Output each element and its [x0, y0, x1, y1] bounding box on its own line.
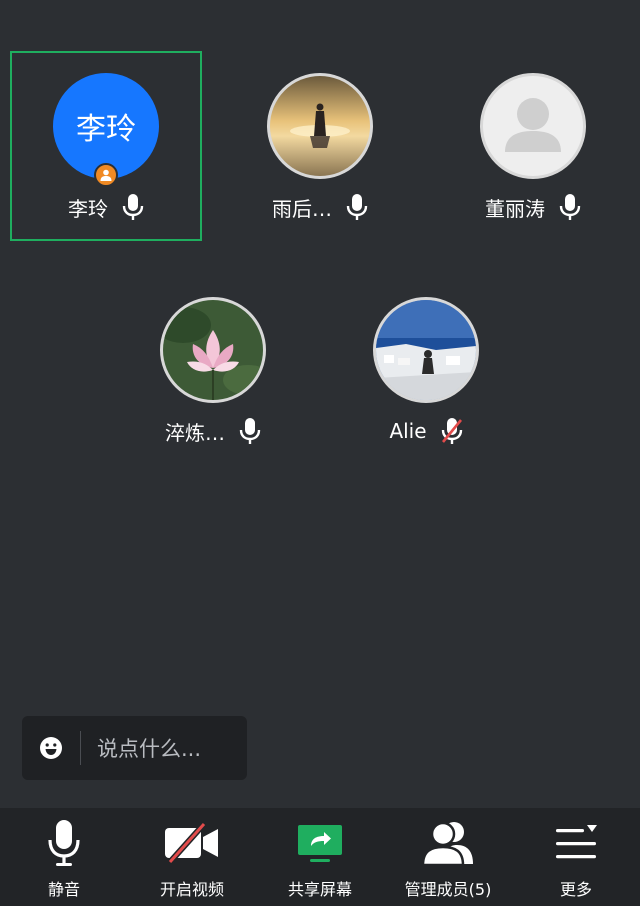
- participant-name-row: Alie: [330, 416, 522, 446]
- mic-icon: [346, 194, 368, 220]
- participant-name: 董丽涛: [485, 196, 545, 221]
- participant-tile-cuilian[interactable]: 淬炼…: [117, 275, 309, 465]
- participant-name-row: 李玲: [10, 192, 202, 222]
- emoji-icon[interactable]: [22, 716, 80, 780]
- participant-tile-alie[interactable]: Alie: [330, 275, 522, 465]
- avatar-initials: 李玲: [76, 112, 136, 147]
- mute-button[interactable]: 静音: [0, 808, 128, 906]
- avatar: [480, 73, 586, 179]
- manage-members-button[interactable]: 管理成员(5): [384, 808, 512, 906]
- participant-name: Alie: [389, 419, 427, 443]
- participant-tile-yuhou[interactable]: 雨后…: [224, 51, 416, 241]
- more-button[interactable]: 更多: [512, 808, 640, 906]
- mic-icon: [239, 418, 261, 444]
- participant-name-row: 淬炼…: [117, 416, 309, 446]
- members-icon: [421, 821, 473, 866]
- avatar: [373, 297, 479, 403]
- avatar: [267, 73, 373, 179]
- mute-label: 静音: [47, 880, 80, 899]
- avatar: [160, 297, 266, 403]
- participant-tile-liling[interactable]: 李玲 李玲: [10, 51, 202, 241]
- mic-icon: [48, 820, 80, 866]
- mic-icon: [122, 194, 144, 220]
- start-video-button[interactable]: 开启视频: [128, 808, 256, 906]
- participant-tile-donglitao[interactable]: 董丽涛: [437, 51, 629, 241]
- bottom-toolbar: 静音 开启视频 共享屏幕 管理成员(5) 更多: [0, 808, 640, 906]
- more-label: 更多: [559, 880, 592, 899]
- share-screen-icon: [298, 825, 342, 862]
- participant-name-row: 雨后…: [224, 192, 416, 222]
- chat-input[interactable]: 说点什么...: [22, 716, 247, 780]
- default-person-icon: [505, 98, 561, 152]
- participant-name: 李玲: [68, 196, 108, 221]
- share-screen-label: 共享屏幕: [287, 880, 352, 899]
- more-icon: [556, 825, 597, 859]
- participant-name: 雨后…: [272, 196, 332, 221]
- mic-muted-icon: [441, 418, 462, 444]
- share-screen-button[interactable]: 共享屏幕: [256, 808, 384, 906]
- host-icon: [94, 163, 118, 187]
- video-off-icon: [165, 822, 218, 864]
- manage-members-label: 管理成员(5): [404, 880, 492, 899]
- chat-placeholder: 说点什么...: [97, 737, 202, 761]
- mic-icon: [559, 194, 581, 220]
- participant-name: 淬炼…: [165, 420, 225, 445]
- start-video-label: 开启视频: [159, 880, 224, 899]
- participant-name-row: 董丽涛: [437, 192, 629, 222]
